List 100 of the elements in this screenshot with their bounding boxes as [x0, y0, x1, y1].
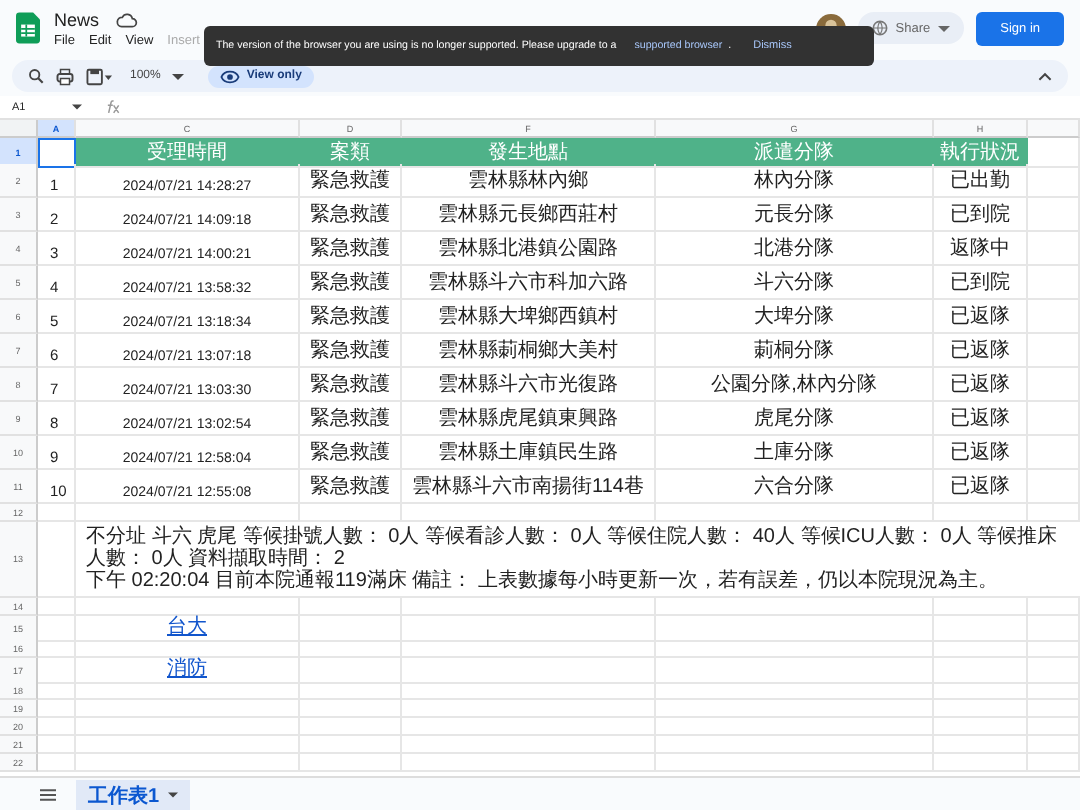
chevron-up-icon[interactable] [1038, 71, 1052, 81]
table-cell: 已返隊 [934, 368, 1028, 402]
empty-cell [1028, 470, 1080, 504]
empty-cell [1028, 334, 1080, 368]
all-sheets-menu-icon[interactable] [40, 788, 56, 802]
table-cell: 六合分隊 [656, 470, 934, 504]
empty-cell [1028, 300, 1080, 334]
table-cell: 斗六分隊 [656, 266, 934, 300]
empty-cell [300, 700, 402, 718]
table-cell: 雲林縣元長鄉西莊村 [402, 198, 656, 232]
table-cell: 已返隊 [934, 402, 1028, 436]
table-cell: 雲林縣土庫鎮民生路 [402, 436, 656, 470]
table-cell: 緊急救護 [300, 470, 402, 504]
link[interactable]: 消防 [167, 658, 207, 680]
empty-cell [300, 640, 402, 658]
caret-icon [938, 25, 951, 31]
table-cell: 已返隊 [934, 470, 1028, 504]
empty-cell [1028, 682, 1080, 700]
empty-cell [1028, 232, 1080, 266]
eye-icon [220, 69, 241, 83]
print-icon[interactable] [56, 67, 74, 85]
document-title: News [54, 9, 100, 29]
empty-cell [934, 504, 1028, 522]
selected-cell[interactable] [38, 138, 76, 168]
caret-icon[interactable] [172, 73, 185, 79]
table-cell: 雲林縣斗六市光復路 [402, 368, 656, 402]
table-cell: 北港分隊 [656, 232, 934, 266]
empty-cell [1028, 640, 1080, 658]
table-cell: 緊急救護 [300, 334, 402, 368]
table-cell: 已返隊 [934, 300, 1028, 334]
empty-cell [1028, 736, 1080, 754]
header-cell: 受理時間 [76, 138, 300, 168]
empty-cell [934, 718, 1028, 736]
caret-icon[interactable] [72, 104, 82, 110]
cloud-icon[interactable] [115, 11, 138, 27]
empty-cell [300, 718, 402, 736]
empty-cell [934, 616, 1028, 642]
table-cell: 雲林縣莿桐鄉大美村 [402, 334, 656, 368]
table-cell: 雲林縣林內鄉 [402, 164, 656, 198]
table-cell: 元長分隊 [656, 198, 934, 232]
table-cell: 已出勤 [934, 164, 1028, 198]
table-cell: 返隊中 [934, 232, 1028, 266]
function-icon [102, 100, 122, 114]
empty-cell [1028, 700, 1080, 718]
empty-cell [1028, 718, 1080, 736]
empty-cell [934, 754, 1028, 772]
table-cell: 公園分隊,林內分隊 [656, 368, 934, 402]
empty-cell [934, 736, 1028, 754]
table-cell: 已返隊 [934, 436, 1028, 470]
table-cell: 雲林縣斗六市科加六路 [402, 266, 656, 300]
empty-cell [934, 700, 1028, 718]
note-text: 下午 02:20:04 目前本院通報119滿床 備註： 上表數據每小時更新一次，若有誤差，仍以本院現況為主。 [86, 570, 998, 592]
table-cell: 已到院 [934, 266, 1028, 300]
save-icon[interactable] [86, 67, 112, 85]
note-text: 不分址 斗六 虎尾 等候掛號人數： 0人 等候看診人數： 0人 等候住院人數： 40人 等候ICU人數： 0人 等候推床人數： 0人 資料擷取時間： 2 [86, 526, 1060, 570]
sheets-logo-icon[interactable] [16, 12, 40, 44]
empty-cell [934, 658, 1028, 684]
table-cell: 已返隊 [934, 334, 1028, 368]
table-cell: 雲林縣大埤鄉西鎮村 [402, 300, 656, 334]
empty-cell [1028, 266, 1080, 300]
empty-cell [1028, 436, 1080, 470]
table-cell: 緊急救護 [300, 368, 402, 402]
globe-icon [871, 20, 888, 36]
empty-cell [300, 504, 402, 522]
table-cell: 緊急救護 [300, 300, 402, 334]
table-cell: 已到院 [934, 198, 1028, 232]
empty-cell [1028, 754, 1080, 772]
header-cell: 執行狀況 [934, 138, 1028, 168]
table-cell: 虎尾分隊 [656, 402, 934, 436]
table-cell: 大埤分隊 [656, 300, 934, 334]
table-cell: 雲林縣北港鎮公園路 [402, 232, 656, 266]
table-cell: 林內分隊 [656, 164, 934, 198]
header-cell: 派遣分隊 [656, 138, 934, 168]
empty-cell [300, 682, 402, 700]
empty-cell [1028, 198, 1080, 232]
header-cell: 案類 [300, 138, 402, 168]
table-cell: 雲林縣虎尾鎮東興路 [402, 402, 656, 436]
header-cell: 發生地點 [402, 138, 656, 168]
table-cell: 雲林縣斗六市南揚街114巷 [402, 470, 656, 504]
empty-cell [1028, 616, 1080, 642]
table-cell: 緊急救護 [300, 232, 402, 266]
link[interactable]: 台大 [167, 616, 207, 638]
table-cell: 緊急救護 [300, 164, 402, 198]
empty-cell [934, 640, 1028, 658]
empty-cell [1028, 402, 1080, 436]
empty-cell [1028, 368, 1080, 402]
table-cell: 莿桐分隊 [656, 334, 934, 368]
empty-cell [934, 682, 1028, 700]
empty-cell [1028, 504, 1080, 522]
sheet-tab[interactable]: 工作表1 [76, 779, 190, 810]
table-cell: 緊急救護 [300, 266, 402, 300]
search-icon[interactable] [28, 68, 44, 84]
empty-cell [300, 754, 402, 772]
caret-icon [167, 792, 178, 798]
empty-cell [1028, 658, 1080, 684]
empty-cell [1028, 164, 1080, 198]
table-cell: 緊急救護 [300, 198, 402, 232]
empty-cell [300, 736, 402, 754]
table-cell: 緊急救護 [300, 436, 402, 470]
table-cell: 緊急救護 [300, 402, 402, 436]
